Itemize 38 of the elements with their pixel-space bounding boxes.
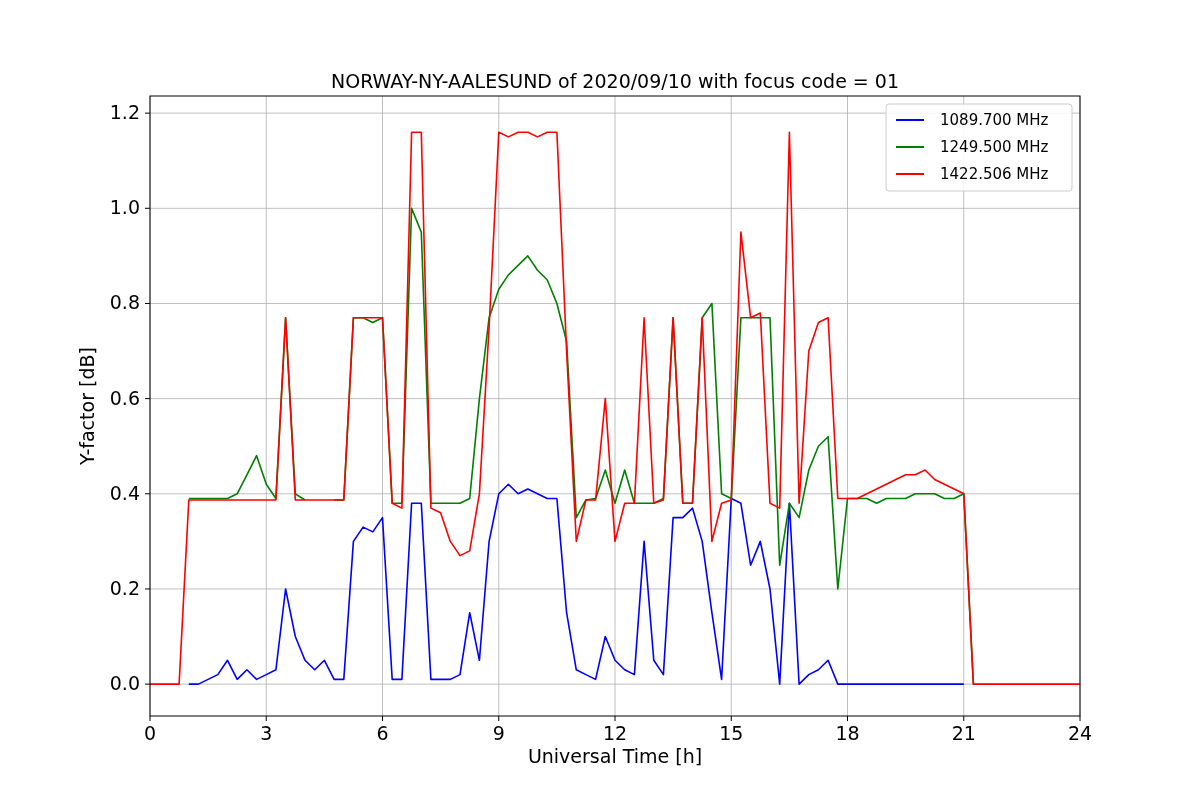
y-tick-label: 0.4 xyxy=(109,481,140,504)
y-axis-label: Y-factor [dB] xyxy=(76,347,98,465)
tick-mark xyxy=(144,112,151,114)
y-tick-label: 0.0 xyxy=(109,672,140,695)
tick-mark xyxy=(730,715,732,722)
legend-label: 1089.700 MHz xyxy=(940,111,1049,129)
tick-mark xyxy=(144,683,151,685)
x-tick-label: 6 xyxy=(376,722,389,744)
tick-mark xyxy=(847,715,848,722)
tick-mark xyxy=(144,588,151,590)
x-tick-label: 12 xyxy=(602,722,628,744)
legend-label: 1422.506 MHz xyxy=(940,165,1049,183)
tick-mark xyxy=(149,715,151,722)
x-tick-label: 15 xyxy=(719,722,744,744)
y-tick-label: 1.2 xyxy=(109,101,140,124)
tick-mark xyxy=(614,715,616,722)
y-tick-label: 0.2 xyxy=(109,576,140,599)
tick-mark xyxy=(265,715,267,722)
tick-mark xyxy=(144,398,151,400)
x-tick-label: 24 xyxy=(1067,722,1093,744)
tick-mark xyxy=(144,302,151,304)
tick-mark xyxy=(144,207,151,209)
tick-mark xyxy=(963,715,965,722)
x-tick-label: 21 xyxy=(951,722,976,744)
tick-mark xyxy=(382,715,383,722)
chart-title: NORWAY-NY-AALESUND of 2020/09/10 with focus code = 01 xyxy=(331,70,899,92)
x-tick-label: 18 xyxy=(835,722,860,744)
x-axis-label: Universal Time [h] xyxy=(527,745,703,767)
y-tick-label: 0.8 xyxy=(109,291,140,314)
x-tick-label: 0 xyxy=(143,722,157,744)
legend-label: 1249.500 MHz xyxy=(940,138,1049,156)
tick-mark xyxy=(498,715,500,722)
x-tick-label: 9 xyxy=(492,722,505,744)
tick-mark xyxy=(1079,715,1081,722)
x-tick-label: 3 xyxy=(260,722,273,744)
tick-mark xyxy=(144,493,151,495)
y-tick-label: 1.0 xyxy=(109,196,140,219)
y-tick-label: 0.6 xyxy=(109,386,140,409)
